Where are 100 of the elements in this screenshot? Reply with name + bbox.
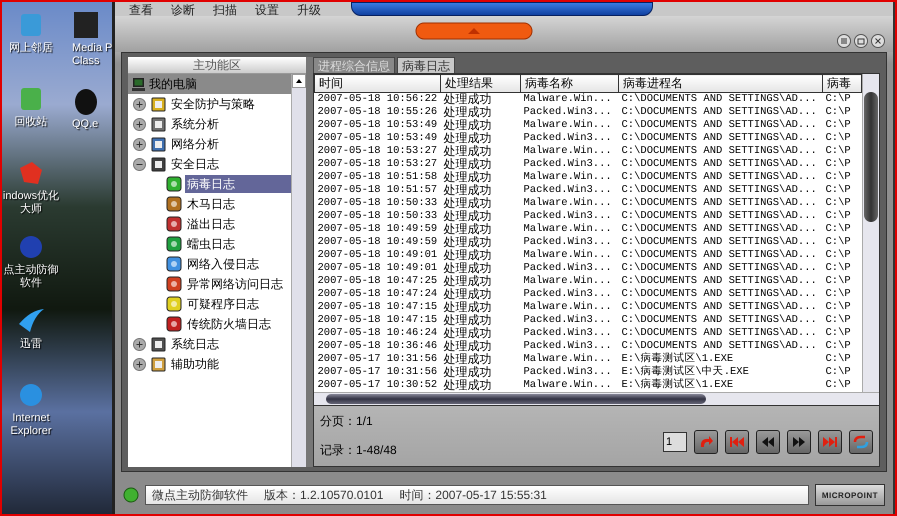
table-cell-text: C:\DOCUMENTS AND SETTINGS\AD... [620, 275, 818, 288]
desktop-icon-label[interactable]: 点主动防御软件 [2, 264, 60, 290]
table-cell-text: Malware.Win... [522, 119, 613, 132]
scrollbar[interactable] [291, 74, 306, 467]
table-cell-text: Malware.Win... [522, 145, 613, 158]
horizontal-scrollbar[interactable] [314, 392, 879, 405]
table-cell-text: 2007-05-18 10:36:46 [316, 340, 438, 353]
tree-item[interactable]: 病毒日志 [185, 175, 291, 193]
table-cell-text: 2007-05-18 10:53:49 [316, 119, 438, 132]
desktop-icon-label[interactable]: Internet Explorer [2, 412, 60, 438]
table-cell-text: 2007-05-17 10:31:56 [316, 353, 438, 366]
tree-item[interactable]: 网络分析 [169, 135, 221, 153]
expander-icon[interactable] [133, 98, 146, 110]
log-icon [166, 256, 182, 272]
table-cell-text: C:\DOCUMENTS AND SETTINGS\AD... [620, 236, 818, 249]
table-cell-text: C:\DOCUMENTS AND SETTINGS\AD... [620, 301, 818, 314]
splitter-handle[interactable] [306, 57, 313, 467]
table-cell-text: 处理成功 [442, 223, 492, 236]
table-cell-text: 处理成功 [442, 106, 492, 119]
tree-item[interactable]: 系统日志 [169, 335, 221, 353]
column-header[interactable]: 病毒名称 [520, 74, 618, 92]
expander-icon[interactable] [133, 158, 146, 170]
table-cell: Malware.Win... [520, 92, 618, 106]
table-cell-text: 2007-05-18 10:55:26 [316, 106, 438, 119]
tree-item[interactable]: 系统分析 [169, 115, 221, 133]
menu-item[interactable]: 升级 [297, 4, 321, 16]
menu-item[interactable]: 诊断 [171, 4, 195, 16]
tree-item[interactable]: 安全日志 [169, 155, 221, 173]
table-cell-text: Packed.Win3... [522, 340, 613, 353]
tree-item[interactable]: 蠕虫日志 [185, 235, 237, 253]
column-header[interactable]: 处理结果 [440, 74, 520, 92]
desktop-app-icon[interactable] [72, 86, 98, 116]
next-page-button[interactable] [787, 430, 811, 454]
refresh-icon [851, 434, 871, 450]
desktop-icon-label[interactable]: indows优化大师 [2, 190, 60, 216]
restore-icon[interactable] [854, 34, 868, 48]
table-cell-text: 2007-05-17 10:30:52 [316, 379, 438, 392]
menu-item[interactable]: 查看 [129, 4, 153, 16]
list-icon[interactable] [837, 34, 851, 48]
table-cell-text: 2007-05-18 10:49:59 [316, 223, 438, 236]
tree-item[interactable]: 传统防火墙日志 [185, 315, 273, 333]
status-dot-icon [123, 487, 139, 503]
table-cell-text: 处理成功 [442, 210, 492, 223]
tree-item[interactable]: 网络入侵日志 [185, 255, 261, 273]
table-cell-text: C:\P [824, 379, 852, 392]
expander-icon[interactable] [133, 338, 146, 350]
table-cell-text: 处理成功 [442, 379, 492, 392]
table-cell-text: Malware.Win... [522, 275, 613, 288]
table-cell-text: Malware.Win... [522, 379, 613, 392]
tree-item[interactable]: 木马日志 [185, 195, 237, 213]
table-cell-text: Packed.Win3... [522, 184, 613, 197]
logo-button[interactable]: MICROPOINT [814, 484, 885, 506]
column-header[interactable]: 病毒进程名 [618, 74, 822, 92]
log-icon [166, 296, 182, 312]
table-cell-text: C:\P [824, 327, 852, 340]
expander-icon[interactable] [133, 358, 146, 370]
tree-item[interactable]: 溢出日志 [185, 215, 237, 233]
refresh-button[interactable] [849, 430, 873, 454]
desktop-icon-label[interactable]: 迅雷 [2, 338, 60, 351]
tab[interactable]: 病毒日志 [397, 57, 455, 73]
table-cell-text: E:\病毒测试区\中天.EXE [620, 366, 750, 378]
table-cell-text: Malware.Win... [522, 249, 613, 262]
go-button[interactable] [694, 430, 718, 454]
scrollbar[interactable] [862, 74, 879, 392]
table-cell-text: C:\DOCUMENTS AND SETTINGS\AD... [620, 210, 818, 223]
version-text: 版本：1.2.10570.0101 [264, 486, 384, 504]
tree-item[interactable]: 异常网络访问日志 [185, 275, 285, 293]
menu-item[interactable]: 设置 [255, 4, 279, 16]
expander-icon[interactable] [133, 118, 146, 130]
tree-item[interactable]: 我的电脑 [128, 74, 291, 94]
log-icon [166, 316, 182, 332]
table-cell-text: 处理成功 [442, 314, 492, 327]
table-cell-text: 处理成功 [442, 340, 492, 353]
tree-item[interactable]: 可疑程序日志 [185, 295, 261, 313]
table-cell-text: 处理成功 [442, 236, 492, 249]
scroll-up-icon[interactable] [292, 74, 306, 88]
last-page-button[interactable] [818, 430, 842, 454]
page-input[interactable]: 1 [663, 432, 687, 452]
prev-page-button[interactable] [756, 430, 780, 454]
menu-item[interactable]: 扫描 [213, 4, 237, 16]
table-cell-text: 2007-05-18 10:50:33 [316, 210, 438, 223]
tree-item[interactable]: 安全防护与策略 [169, 95, 257, 113]
column-header[interactable]: 时间 [314, 74, 440, 92]
table-cell: C:\P [822, 92, 862, 106]
table-cell-text: C:\P [824, 158, 852, 171]
table-cell-text: C:\DOCUMENTS AND SETTINGS\AD... [620, 223, 818, 236]
log-icon [166, 196, 182, 212]
desktop-app-icon[interactable] [72, 10, 98, 40]
table-cell-text: C:\DOCUMENTS AND SETTINGS\AD... [620, 132, 818, 145]
table-cell-text: C:\P [824, 197, 852, 210]
expander-icon[interactable] [133, 138, 146, 150]
table-cell-text: C:\P [824, 340, 852, 353]
table-cell-text: C:\P [824, 288, 852, 301]
collapse-button[interactable] [415, 22, 533, 40]
column-header[interactable]: 病毒 [822, 74, 862, 92]
table-cell-text: 处理成功 [442, 145, 492, 158]
computer-icon [131, 76, 146, 92]
first-page-button[interactable] [725, 430, 749, 454]
close-icon[interactable] [871, 34, 885, 48]
tree-item[interactable]: 辅助功能 [169, 355, 221, 373]
